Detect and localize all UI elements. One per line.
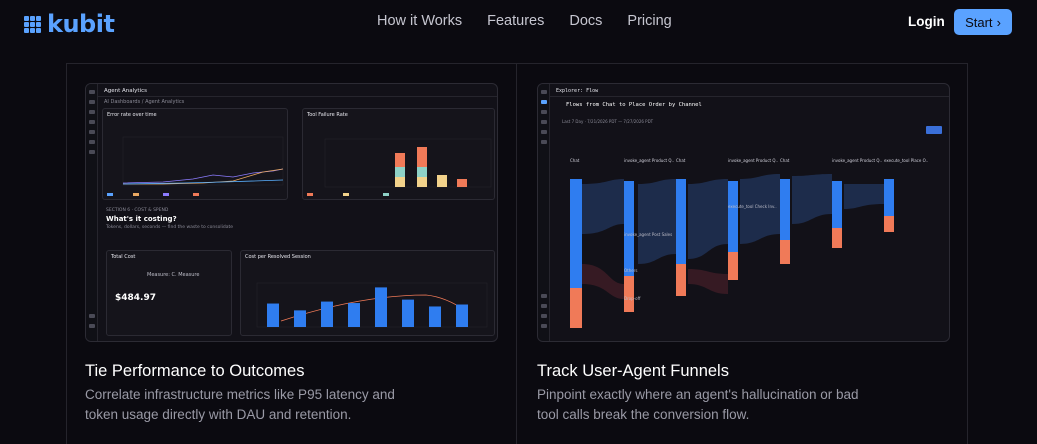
total-cost-title: Total Cost xyxy=(111,254,136,260)
card-2-description: Pinpoint exactly where an agent's halluc… xyxy=(537,387,859,422)
cost-bar xyxy=(321,301,333,327)
nav-links: How it Works Features Docs Pricing xyxy=(377,13,672,29)
flow-node-blue xyxy=(570,179,582,289)
flow-column-label: invoke_agent Product Q.. xyxy=(832,158,882,163)
flow-node-blue xyxy=(728,181,738,255)
flow-node-blue xyxy=(780,179,790,241)
flow-node-blue xyxy=(832,181,842,231)
flow-node-blue xyxy=(884,179,894,217)
cost-per-session-panel: Cost per Resolved Session xyxy=(240,250,495,336)
cost-bar-chart xyxy=(256,282,488,328)
start-button[interactable]: Start › xyxy=(954,9,1012,35)
cost-bar xyxy=(456,304,468,327)
flow-node-label: Others xyxy=(624,268,637,273)
brand-logo[interactable]: kubit xyxy=(24,10,115,38)
flow-node-label: Drop-off xyxy=(624,296,641,301)
section-heading: What's it costing? xyxy=(106,215,177,223)
flow-node-red xyxy=(832,228,842,248)
nav-link-features[interactable]: Features xyxy=(487,13,544,29)
nav-link-docs[interactable]: Docs xyxy=(569,13,602,29)
flow-node-blue xyxy=(676,179,686,265)
flow-node-label: invoke_agent Post Sales xyxy=(624,232,672,237)
flow-column-label: execute_tool Place O.. xyxy=(884,158,928,163)
error-rate-panel: Error rate over time xyxy=(102,108,288,200)
measure-dropdown[interactable]: Measure: C. Measure xyxy=(147,272,199,278)
top-nav: kubit How it Works Features Docs Pricing… xyxy=(0,0,1037,44)
flow-column-label: Chat xyxy=(676,158,686,163)
card-1-description: Correlate infrastructure metrics like P9… xyxy=(85,387,395,422)
error-rate-line-chart xyxy=(107,136,284,196)
cost-bar xyxy=(348,303,360,327)
cost-bar xyxy=(294,310,306,327)
section-subtitle: Tokens, dollars, seconds — find the wast… xyxy=(106,225,233,230)
flow-node-red xyxy=(624,276,634,312)
total-cost-value: $484.97 xyxy=(115,293,156,303)
sankey-flow-chart: Chat invoke_agent Product Q.. Chat invoke_a… xyxy=(570,158,928,328)
breadcrumb: AI Dashboards / Agent Analytics xyxy=(104,99,185,105)
flow-node-blue xyxy=(624,181,634,279)
tool-failure-panel: Tool Failure Rate xyxy=(302,108,495,200)
section-label: SECTION 6 · COST & SPEND xyxy=(106,208,169,213)
card-2-title: Track User-Agent Funnels xyxy=(537,362,729,380)
flow-node-red xyxy=(728,252,738,280)
flow-explorer-screenshot: Explorer: Flow Flows from Chat to Place … xyxy=(537,83,950,342)
flow-node-red xyxy=(780,240,790,264)
nav-link-pricing[interactable]: Pricing xyxy=(627,13,671,29)
flow-column-label: invoke_agent Product Q.. xyxy=(624,158,674,163)
login-link[interactable]: Login xyxy=(908,14,945,29)
nav-link-how-it-works[interactable]: How it Works xyxy=(377,13,462,29)
cost-bar xyxy=(375,287,387,327)
app-title: Agent Analytics xyxy=(104,88,148,94)
chevron-right-icon: › xyxy=(996,14,1001,30)
tool-failure-bar-chart xyxy=(307,138,492,196)
flow-node-label: execute_tool Check Inv.. xyxy=(728,204,777,209)
start-button-label: Start xyxy=(965,14,993,30)
flow-column-label: Chat xyxy=(780,158,790,163)
flow-node-red xyxy=(884,216,894,232)
total-cost-panel: Total Cost Measure: C. Measure $484.97 xyxy=(106,250,232,336)
agent-analytics-screenshot: Agent Analytics AI Dashboards / Agent An… xyxy=(85,83,498,342)
section-divider xyxy=(516,63,517,444)
cost-bar xyxy=(429,306,441,327)
brand-name: kubit xyxy=(47,10,115,38)
flow-node-red xyxy=(570,288,582,328)
cost-bar xyxy=(402,299,414,327)
flow-column-label: invoke_agent Product Q.. xyxy=(728,158,778,163)
card-1-title: Tie Performance to Outcomes xyxy=(85,362,305,380)
cost-bar xyxy=(267,303,279,327)
flow-node-red xyxy=(676,264,686,296)
app-sidebar xyxy=(86,84,98,341)
flow-column-label: Chat xyxy=(570,158,580,163)
logo-grid-icon xyxy=(24,15,41,33)
